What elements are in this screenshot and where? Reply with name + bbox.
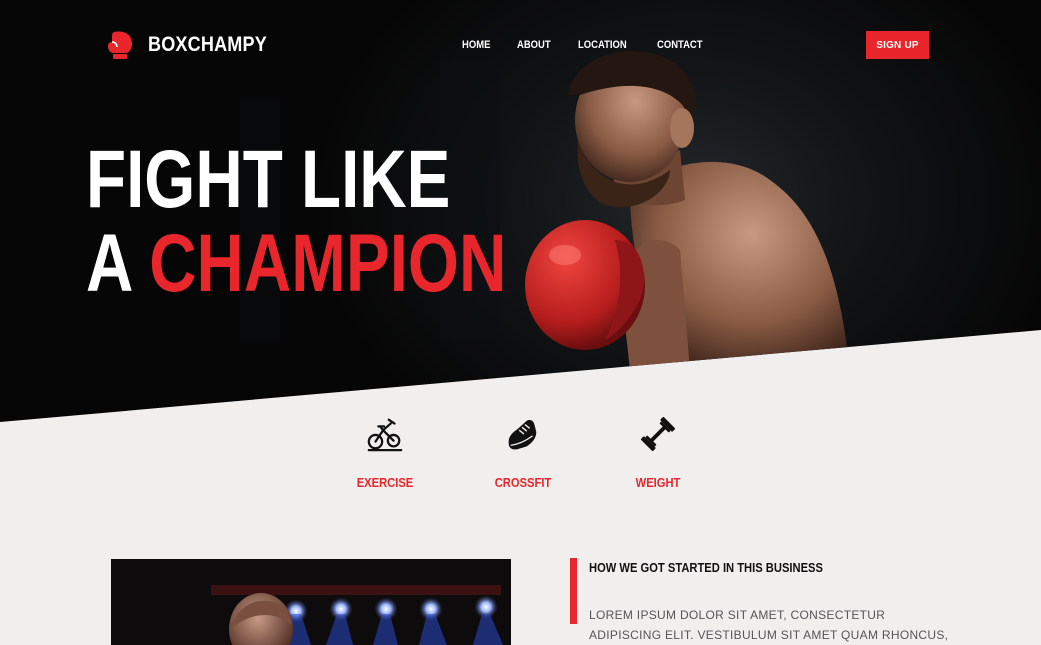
boxing-glove-icon [108,31,132,59]
brand-name: BOXCHAMPY [148,33,267,56]
feature-label: WEIGHT [635,475,681,490]
hero-headline: FIGHT LIKE A CHAMPION [86,138,611,306]
headline-accent: CHAMPION [149,218,507,309]
feature-label: EXERCISE [356,475,414,490]
about-title: HOW WE GOT STARTED IN THIS BUSINESS [589,560,823,575]
feature-exercise[interactable]: EXERCISE [335,415,435,490]
sneaker-icon [508,419,537,450]
nav-location[interactable]: LOCATION [578,39,627,51]
brand-logo[interactable]: BOXCHAMPY [106,30,286,60]
features-row: EXERCISE CROSSFIT WEIGHT [0,415,1041,515]
about-text: LOREM IPSUM DOLOR SIT AMET, CONSECTETUR … [589,608,949,642]
nav-about[interactable]: ABOUT [517,39,551,51]
feature-weight[interactable]: WEIGHT [608,415,708,490]
feature-label: CROSSFIT [494,475,552,490]
boxer-portrait-photo [111,559,511,645]
hero-section: BOXCHAMPY HOME ABOUT LOCATION CONTACT SI… [0,0,1041,422]
signup-button[interactable]: SIGN UP [866,31,929,59]
dumbbell-icon [640,416,676,452]
nav-home[interactable]: HOME [462,39,490,51]
headline-line-2: A CHAMPION [86,222,506,306]
nav-contact[interactable]: CONTACT [657,39,703,51]
main-nav: HOME ABOUT LOCATION CONTACT [462,39,732,51]
exercise-bike-icon [367,418,403,452]
accent-bar [570,558,577,624]
arena-lights-image [111,559,511,645]
headline-line-1: FIGHT LIKE [86,134,451,225]
headline-prefix: A [86,218,131,309]
feature-crossfit[interactable]: CROSSFIT [473,415,573,490]
